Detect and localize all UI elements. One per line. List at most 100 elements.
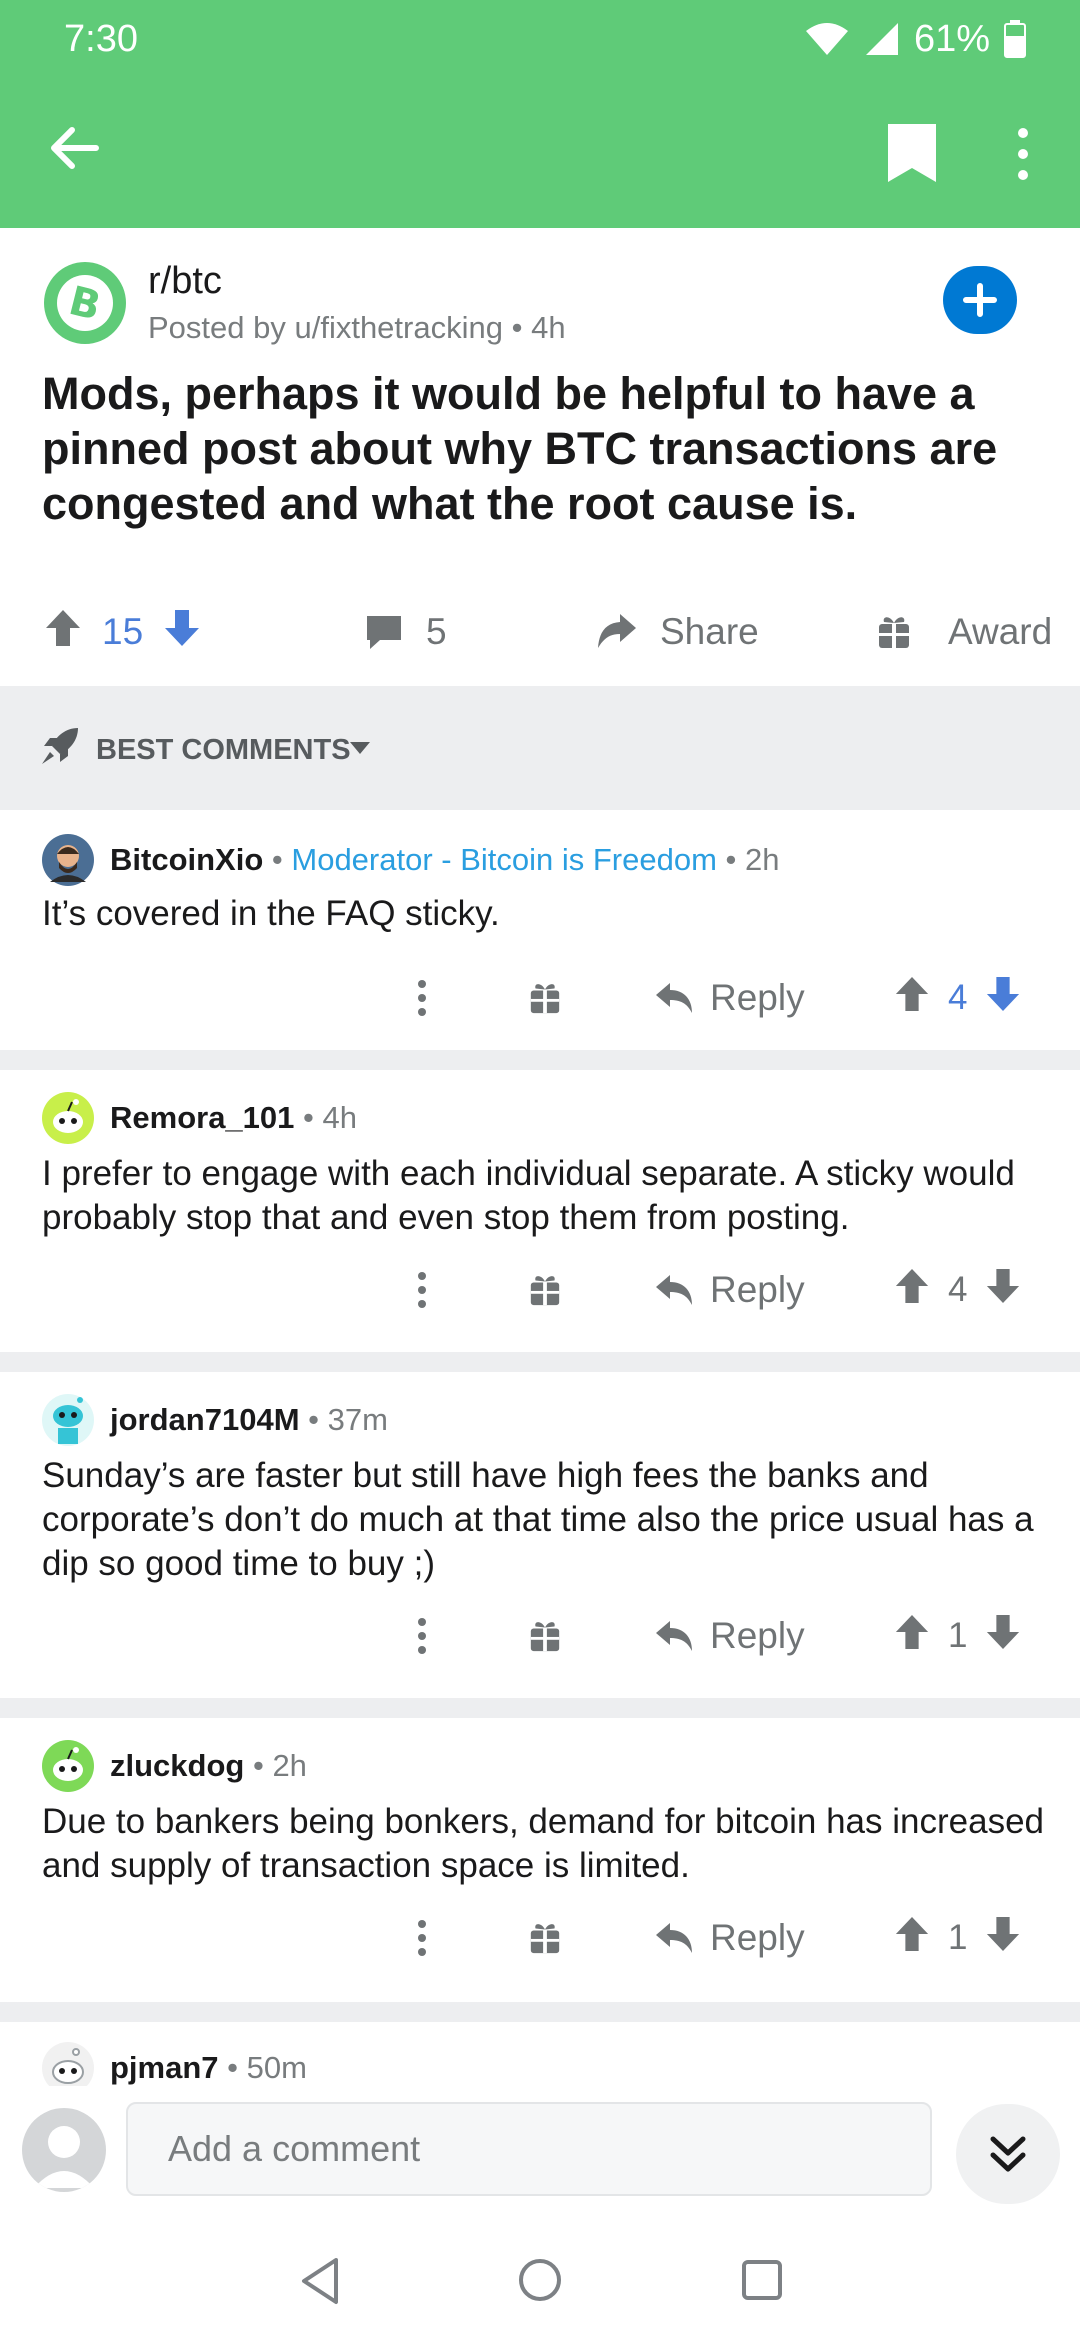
comment-author[interactable]: pjman7: [110, 2050, 219, 2085]
user-flair: Moderator - Bitcoin is Freedom: [291, 842, 717, 877]
comment-author[interactable]: Remora_101: [110, 1100, 294, 1135]
post-author[interactable]: Posted by u/fixthetracking: [148, 310, 503, 345]
caret-down-icon[interactable]: [348, 740, 372, 761]
reply-button[interactable]: Reply: [654, 968, 805, 1028]
overflow-menu-button[interactable]: [1006, 124, 1040, 184]
reply-arrow-icon: [656, 983, 692, 1013]
reply-button[interactable]: Reply: [654, 1908, 805, 1968]
comment-actions: Reply 1: [400, 1908, 1040, 1968]
comment-more-button[interactable]: [414, 1606, 430, 1666]
comments-button[interactable]: 5: [364, 602, 447, 662]
comment-actions: Reply 4: [400, 1260, 1040, 1320]
more-vertical-icon: [418, 1272, 426, 1308]
avatar[interactable]: [42, 1740, 94, 1792]
reply-arrow-icon: [656, 1621, 692, 1651]
comment-vote-group: 1: [894, 1606, 1021, 1666]
add-comment-input[interactable]: Add a comment: [126, 2102, 932, 2196]
more-vertical-icon: [418, 1920, 426, 1956]
sort-label[interactable]: BEST COMMENTS: [96, 734, 351, 767]
save-post-button[interactable]: [884, 122, 940, 186]
arrow-up-icon: [46, 609, 80, 646]
square-recents-icon: [742, 2260, 782, 2300]
comment-body: I prefer to engage with each individual …: [42, 1154, 1015, 1237]
downvote-button[interactable]: [985, 1267, 1021, 1314]
comment-age: 4h: [322, 1100, 357, 1135]
arrow-left-icon: [51, 127, 99, 169]
wifi-icon: [804, 21, 850, 57]
comment-meta: Remora_101 • 4h: [110, 1100, 357, 1135]
comment-more-button[interactable]: [414, 1260, 430, 1320]
arrow-up-icon: [895, 976, 929, 1011]
downvote-button[interactable]: [985, 1613, 1021, 1660]
comment-item: zluckdog • 2h Due to bankers being bonke…: [0, 1718, 1080, 2002]
battery-icon: [1004, 20, 1026, 58]
comment-more-button[interactable]: [414, 1908, 430, 1968]
subreddit-avatar[interactable]: B: [44, 262, 126, 344]
post-vote-group: 15: [44, 602, 201, 662]
share-button[interactable]: Share: [596, 602, 759, 662]
bitcoin-logo-icon: B: [57, 275, 113, 331]
upvote-button[interactable]: [44, 608, 82, 657]
gift-icon: [530, 1924, 560, 1954]
avatar[interactable]: [42, 1092, 94, 1144]
status-time: 7:30: [64, 18, 138, 60]
more-vertical-icon: [418, 980, 426, 1016]
system-nav-bar: [0, 2222, 1080, 2340]
comment-vote-group: 4: [894, 1260, 1021, 1320]
divider: [0, 2002, 1080, 2022]
comment-more-button[interactable]: [414, 968, 430, 1028]
comment-meta: pjman7 • 50m: [110, 2050, 307, 2085]
snoo-avatar-icon: [43, 1741, 93, 1791]
comment-body: It’s covered in the FAQ sticky.: [42, 894, 500, 933]
gift-icon: [530, 1276, 560, 1306]
back-button[interactable]: [44, 118, 104, 178]
comment-vote-count: 1: [948, 1616, 968, 1655]
arrow-down-icon: [987, 1268, 1020, 1303]
subreddit-name[interactable]: r/btc: [148, 260, 222, 303]
award-button[interactable]: Award: [876, 602, 1052, 662]
comment-count: 5: [426, 611, 447, 652]
snoo-avatar-icon: [43, 1093, 93, 1143]
comment-award-button[interactable]: [528, 1908, 562, 1968]
arrow-down-icon: [987, 1614, 1020, 1649]
status-indicators: 61%: [804, 14, 1026, 64]
arrow-up-icon: [895, 1268, 929, 1303]
comment-author[interactable]: zluckdog: [110, 1748, 244, 1783]
plus-icon: [963, 283, 997, 317]
divider: [0, 1698, 1080, 1718]
reply-label: Reply: [710, 977, 805, 1018]
divider: [0, 1352, 1080, 1372]
reply-button[interactable]: Reply: [654, 1606, 805, 1666]
reply-label: Reply: [710, 1917, 805, 1958]
battery-percent: 61%: [913, 17, 990, 60]
upvote-button[interactable]: [894, 1613, 930, 1660]
comment-body: Sunday’s are faster but still have high …: [42, 1456, 1034, 1583]
comment-vote-group: 1: [894, 1908, 1021, 1968]
comment-author[interactable]: BitcoinXio: [110, 842, 263, 877]
award-label: Award: [948, 611, 1053, 652]
upvote-button[interactable]: [894, 1915, 930, 1962]
nav-home-button[interactable]: [516, 2256, 564, 2309]
comment-item: BitcoinXio • Moderator - Bitcoin is Free…: [0, 810, 1080, 1050]
downvote-button[interactable]: [163, 608, 201, 657]
avatar[interactable]: [42, 1394, 94, 1446]
nav-recents-button[interactable]: [740, 2258, 784, 2307]
comment-award-button[interactable]: [528, 968, 562, 1028]
downvote-button[interactable]: [985, 975, 1021, 1022]
reply-button[interactable]: Reply: [654, 1260, 805, 1320]
comment-age: 37m: [327, 1402, 388, 1437]
upvote-button[interactable]: [894, 975, 930, 1022]
downvote-button[interactable]: [985, 1915, 1021, 1962]
gift-icon: [530, 984, 560, 1014]
upvote-button[interactable]: [894, 1267, 930, 1314]
comment-award-button[interactable]: [528, 1606, 562, 1666]
next-comment-button[interactable]: [956, 2104, 1060, 2204]
avatar[interactable]: [42, 834, 94, 886]
join-button[interactable]: [943, 266, 1017, 334]
user-placeholder-icon: [34, 2126, 94, 2188]
comment-meta: jordan7104M • 37m: [110, 1402, 388, 1437]
nav-back-button[interactable]: [298, 2256, 342, 2311]
comment-award-button[interactable]: [528, 1260, 562, 1320]
comment-author[interactable]: jordan7104M: [110, 1402, 300, 1437]
current-user-avatar[interactable]: [22, 2108, 106, 2192]
